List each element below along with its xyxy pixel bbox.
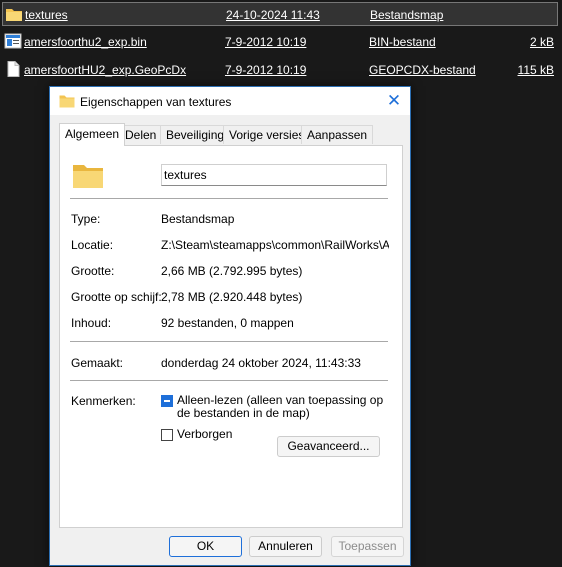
file-date: 7-9-2012 10:19 <box>225 35 307 49</box>
file-name: amersfoorthu2_exp.bin <box>24 35 147 49</box>
file-size: 115 kB <box>517 63 554 77</box>
close-icon[interactable]: ✕ <box>384 91 404 111</box>
dialog-titlebar[interactable]: Eigenschappen van textures ✕ <box>50 87 410 115</box>
location-value[interactable]: Z:\Steam\steamapps\common\RailWorks\Asse… <box>161 238 389 252</box>
type-label: Type: <box>71 212 101 226</box>
disk-size-label: Grootte op schijf: <box>71 290 162 304</box>
type-value: Bestandsmap <box>161 212 235 226</box>
file-row-amersfoorthu2-geopcdx[interactable]: amersfoortHU2_exp.GeoPcDx 7-9-2012 10:19… <box>2 58 558 82</box>
hidden-checkbox[interactable] <box>161 429 173 441</box>
contents-value: 92 bestanden, 0 mappen <box>161 316 294 330</box>
advanced-button[interactable]: Geavanceerd... <box>277 436 380 457</box>
size-value: 2,66 MB (2.792.995 bytes) <box>161 264 303 278</box>
general-tab-panel: Type: Bestandsmap Locatie: Z:\Steam\stea… <box>59 145 403 528</box>
tab-security[interactable]: Beveiliging <box>160 125 231 144</box>
file-type: Bestandsmap <box>370 8 444 22</box>
folder-icon <box>6 9 22 21</box>
readonly-label[interactable]: Alleen-lezen (alleen van toepassing op d… <box>177 394 389 420</box>
file-size: 2 kB <box>529 35 554 49</box>
cancel-button[interactable]: Annuleren <box>249 536 322 557</box>
tab-general[interactable]: Algemeen <box>59 123 126 146</box>
file-date: 24-10-2024 11:43 <box>226 8 320 22</box>
tab-sharing[interactable]: Delen <box>119 125 163 144</box>
file-type: BIN-bestand <box>369 35 436 49</box>
apply-button[interactable]: Toepassen <box>331 536 404 557</box>
file-row-textures[interactable]: textures 24-10-2024 11:43 Bestandsmap <box>2 2 558 26</box>
file-name: amersfoortHU2_exp.GeoPcDx <box>24 63 187 77</box>
readonly-checkbox[interactable] <box>161 395 173 407</box>
created-value: donderdag 24 oktober 2024, 11:43:33 <box>161 356 361 370</box>
folder-icon <box>59 95 75 108</box>
size-label: Grootte: <box>71 264 115 278</box>
separator <box>70 198 388 199</box>
contents-label: Inhoud: <box>71 316 112 330</box>
separator <box>70 341 388 342</box>
tab-previous-versions[interactable]: Vorige versies <box>223 125 311 144</box>
file-name: textures <box>25 8 68 22</box>
location-label: Locatie: <box>71 238 114 252</box>
folder-icon <box>73 165 103 188</box>
properties-dialog: Eigenschappen van textures ✕ Algemeen De… <box>49 86 411 566</box>
file-type: GEOPCDX-bestand <box>369 63 476 77</box>
file-row-amersfoorthu2-bin[interactable]: amersfoorthu2_exp.bin 7-9-2012 10:19 BIN… <box>2 30 558 54</box>
disk-size-value: 2,78 MB (2.920.448 bytes) <box>161 290 303 304</box>
folder-name-input[interactable] <box>161 164 387 186</box>
separator <box>70 380 388 381</box>
file-date: 7-9-2012 10:19 <box>225 63 307 77</box>
file-list: textures 24-10-2024 11:43 Bestandsmap am… <box>0 0 562 84</box>
ok-button[interactable]: OK <box>169 536 242 557</box>
bin-file-icon <box>4 33 22 49</box>
tab-customize[interactable]: Aanpassen <box>301 125 374 144</box>
attributes-label: Kenmerken: <box>71 394 136 408</box>
created-label: Gemaakt: <box>71 356 124 370</box>
dialog-title: Eigenschappen van textures <box>80 95 232 109</box>
hidden-label[interactable]: Verborgen <box>177 428 232 441</box>
document-icon <box>7 61 20 77</box>
